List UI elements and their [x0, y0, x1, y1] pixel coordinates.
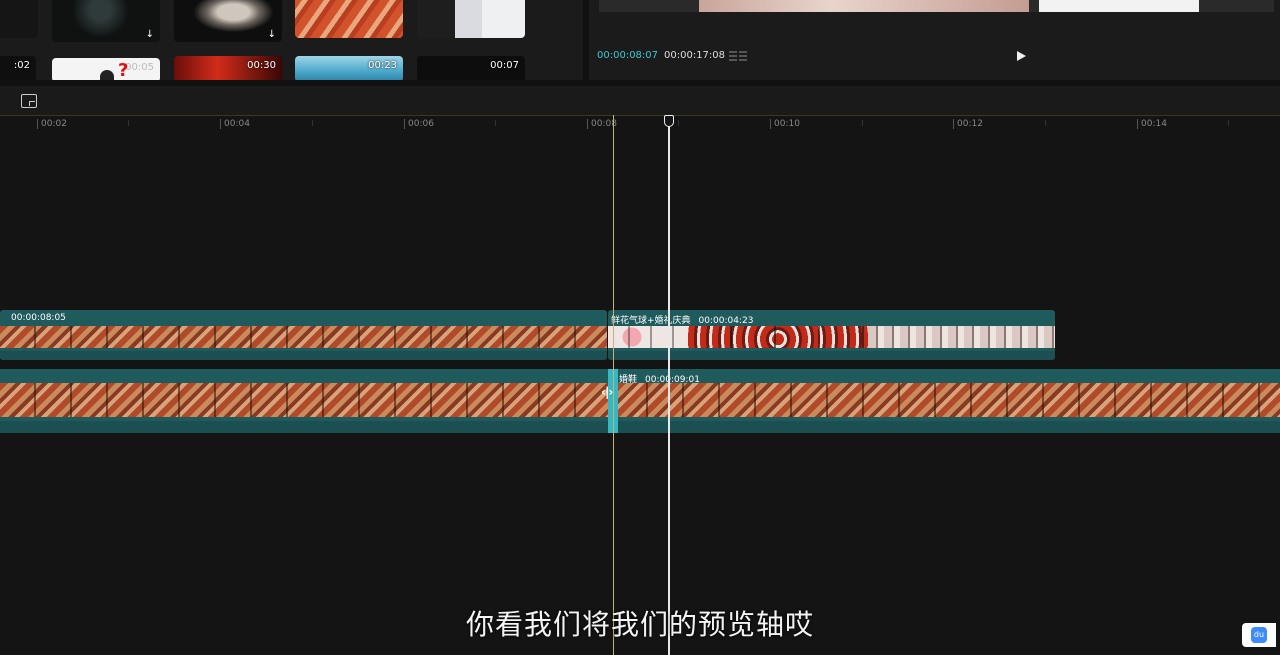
- clip-duration: 00:00:08:05: [11, 313, 66, 323]
- ruler-label: 00:04: [220, 119, 250, 129]
- media-thumb[interactable]: 00:07: [417, 56, 525, 80]
- screenshot-icon[interactable]: [21, 94, 37, 108]
- clip-filmstrip: [0, 383, 1280, 417]
- download-icon[interactable]: ↓: [146, 29, 154, 40]
- media-duration: 00:05: [125, 62, 154, 73]
- media-duration: 00:30: [247, 60, 276, 71]
- ruler-minor-tick: [1045, 120, 1046, 126]
- ruler-label: 00:10: [770, 119, 800, 129]
- clip-audio-strip: [608, 351, 1055, 360]
- media-thumb[interactable]: ↓: [174, 0, 282, 42]
- media-duration: :02: [13, 60, 30, 71]
- ruler-minor-tick: [862, 120, 863, 126]
- hover-cursor-line: [613, 115, 614, 655]
- clip-filmstrip: [608, 326, 1055, 348]
- media-thumb[interactable]: [0, 0, 38, 38]
- filmstrip-fade-segment: [868, 326, 1055, 348]
- ruler-minor-tick: [495, 120, 496, 126]
- clip-header: 婚鞋 00:00:09:01: [616, 369, 708, 385]
- ruler-minor-tick: [312, 120, 313, 126]
- total-timecode: 00:00:17:08: [664, 50, 726, 61]
- ruler-label: 00:02: [37, 119, 67, 129]
- download-icon[interactable]: ↓: [268, 29, 276, 40]
- bear-icon: du: [1251, 627, 1267, 643]
- main-track: 婚鞋 00:00:09:01: [0, 369, 1280, 433]
- ruler-label: 00:14: [1137, 119, 1167, 129]
- assistant-badge[interactable]: du: [1242, 623, 1276, 647]
- ruler-minor-tick: [1228, 120, 1229, 126]
- timeline-clip[interactable]: 鲜花气球+婚礼庆典 00:00:04:23: [608, 310, 1055, 360]
- timeline-toolbar: [0, 86, 1280, 115]
- media-library-panel: ↓ ↓ :02 00:05 ? 00:30 00:23 00:07: [0, 0, 583, 80]
- clip-audio-strip: [0, 421, 1280, 433]
- grid-view-icon[interactable]: [729, 49, 749, 63]
- playhead-handle[interactable]: [664, 115, 674, 127]
- media-thumb[interactable]: [417, 0, 525, 38]
- time-ruler[interactable]: 00:02 00:04 00:06 00:08 00:10 00:12 00:1…: [0, 115, 1280, 133]
- video-subtitle: 你看我们将我们的预览轴哎: [465, 608, 814, 641]
- clip-audio-strip: [0, 351, 607, 360]
- clip-title: 婚鞋: [619, 375, 638, 385]
- question-mark-graphic: ?: [118, 60, 129, 80]
- clip-duration: 00:00:04:23: [698, 316, 754, 326]
- media-thumb[interactable]: [295, 0, 403, 38]
- filmstrip-balloon-segment: [608, 326, 688, 348]
- figure-graphic: [100, 70, 114, 80]
- media-thumb[interactable]: ↓: [52, 0, 160, 42]
- preview-subject: [699, 0, 1029, 12]
- media-thumb[interactable]: 00:23: [295, 56, 403, 80]
- ruler-minor-tick: [128, 120, 129, 126]
- clip-title: 鲜花气球+婚礼庆典: [611, 316, 691, 326]
- clip-header: 鲜花气球+婚礼庆典 00:00:04:23: [608, 310, 761, 326]
- media-thumb[interactable]: :02: [0, 56, 36, 80]
- filmstrip-flowers-segment: [688, 326, 868, 348]
- clip-header: 00:00:08:05: [0, 310, 74, 326]
- preview-background: [1039, 0, 1199, 12]
- play-icon[interactable]: [1017, 51, 1026, 61]
- clip-duration: 00:00:09:01: [645, 375, 700, 385]
- preview-panel: 00:00:08:07 00:00:17:08: [589, 0, 1280, 80]
- media-thumb[interactable]: 00:05 ?: [52, 58, 160, 80]
- ruler-minor-tick: [678, 120, 679, 126]
- timeline-clip[interactable]: 00:00:08:05: [0, 310, 607, 360]
- ruler-label: 00:06: [404, 119, 434, 129]
- ruler-label: 00:12: [953, 119, 983, 129]
- trim-handle-icon[interactable]: ‹|›: [601, 385, 613, 399]
- playhead[interactable]: [668, 115, 670, 655]
- current-timecode: 00:00:08:07: [597, 50, 659, 61]
- clip-filmstrip: [0, 326, 607, 348]
- media-thumb[interactable]: 00:30: [174, 56, 282, 80]
- overlay-track: 00:00:08:05 鲜花气球+婚礼庆典 00:00:04:23: [0, 310, 1280, 360]
- media-duration: 00:23: [368, 60, 397, 71]
- timeline[interactable]: 00:02 00:04 00:06 00:08 00:10 00:12 00:1…: [0, 115, 1280, 655]
- preview-video-frame: [599, 0, 1274, 12]
- media-duration: 00:07: [490, 60, 519, 71]
